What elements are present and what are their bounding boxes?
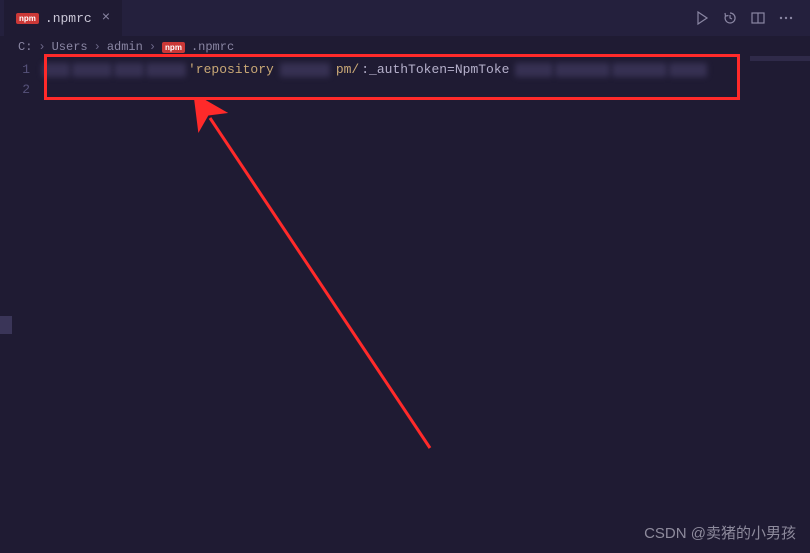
history-icon[interactable] xyxy=(722,10,738,26)
activity-bar-indicator xyxy=(0,316,12,334)
npm-icon: npm xyxy=(16,13,39,24)
toolbar-right xyxy=(694,10,806,26)
code-line-1: 'repository pm/:_authToken=NpmToke xyxy=(42,60,810,80)
redacted-text xyxy=(146,63,186,77)
code-token: :_authToken=NpmToke xyxy=(361,60,509,80)
breadcrumb-part: admin xyxy=(107,40,143,54)
redacted-text xyxy=(669,63,707,77)
tabs-container: npm .npmrc × xyxy=(4,0,122,36)
redacted-text xyxy=(612,63,667,77)
tab-filename: .npmrc xyxy=(45,11,92,26)
split-editor-icon[interactable] xyxy=(750,10,766,26)
redacted-text xyxy=(42,63,70,77)
code-content[interactable]: 'repository pm/:_authToken=NpmToke xyxy=(42,58,810,100)
line-gutter: 1 2 xyxy=(0,58,42,100)
line-number: 1 xyxy=(0,60,30,80)
watermark-text: CSDN @卖猪的小男孩 xyxy=(644,522,796,543)
redacted-text xyxy=(280,63,330,77)
line-number: 2 xyxy=(0,80,30,100)
chevron-right-icon: › xyxy=(38,40,45,54)
redacted-text xyxy=(72,63,112,77)
redacted-text xyxy=(114,63,144,77)
npm-icon: npm xyxy=(162,42,185,53)
redacted-text xyxy=(515,63,553,77)
run-icon[interactable] xyxy=(694,10,710,26)
annotation-arrow xyxy=(190,98,450,458)
redacted-text xyxy=(555,63,610,77)
code-token-string: 'repository xyxy=(188,60,274,80)
chevron-right-icon: › xyxy=(149,40,156,54)
minimap-region[interactable] xyxy=(750,56,810,61)
code-line-2 xyxy=(42,80,810,100)
chevron-right-icon: › xyxy=(94,40,101,54)
breadcrumb[interactable]: C: › Users › admin › npm .npmrc xyxy=(0,36,810,58)
breadcrumb-file: .npmrc xyxy=(191,40,234,54)
breadcrumb-part: Users xyxy=(52,40,88,54)
editor-area[interactable]: 1 2 'repository pm/:_authToken=NpmToke xyxy=(0,58,810,100)
code-token-string: pm/ xyxy=(336,60,359,80)
file-tab-npmrc[interactable]: npm .npmrc × xyxy=(4,0,122,36)
tab-bar: npm .npmrc × xyxy=(0,0,810,36)
close-icon[interactable]: × xyxy=(102,10,110,26)
more-icon[interactable] xyxy=(778,10,794,26)
breadcrumb-part: C: xyxy=(18,40,32,54)
